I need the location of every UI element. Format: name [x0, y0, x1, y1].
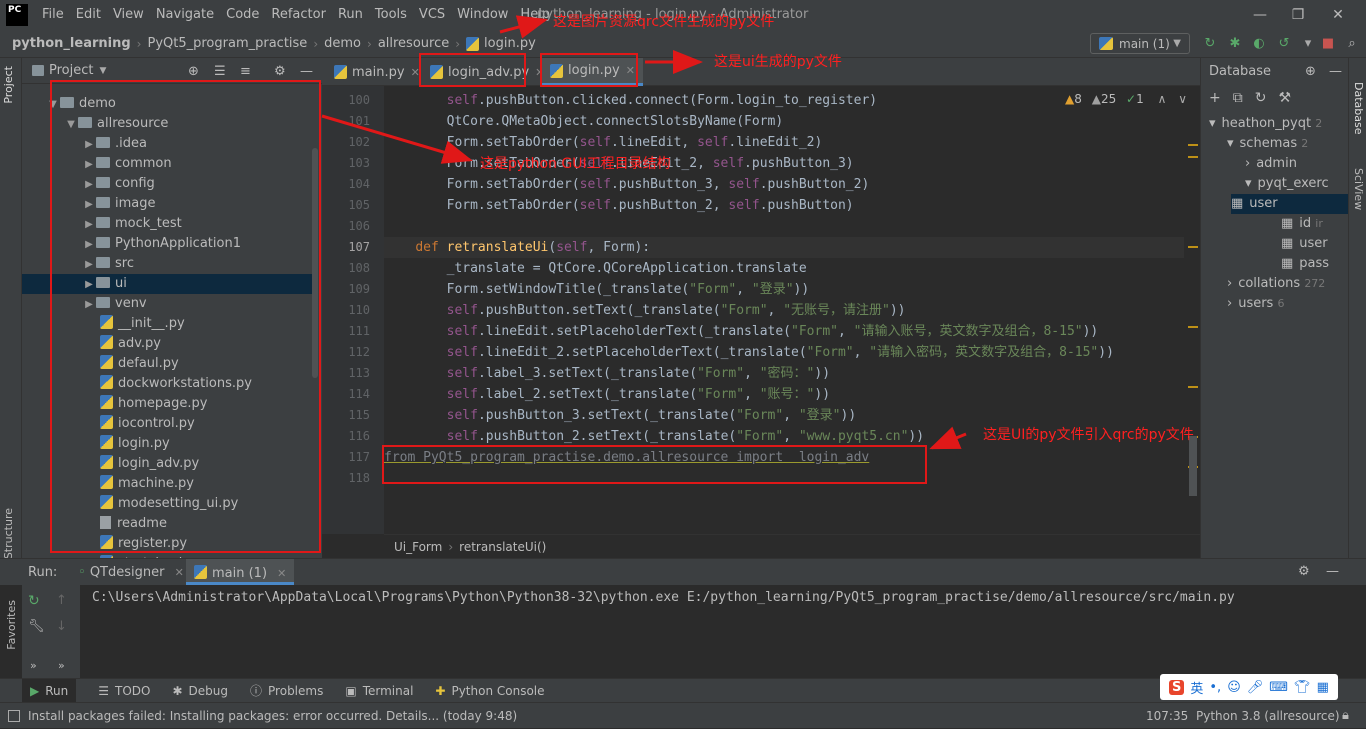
arrow-tree — [321, 114, 473, 164]
arrow-qrc — [499, 15, 548, 39]
arrow-import — [929, 426, 967, 450]
annotation-tree: 这是python GUI工程目录结构 — [480, 156, 671, 172]
annotation-ui: 这是ui生成的py文件 — [714, 54, 842, 70]
annotation-import: 这是UI的py文件引入qrc的py文件 — [983, 427, 1194, 443]
annotation-qrc: 这是图片资源qrc文件生成的py文件 — [553, 14, 775, 30]
annotation-arrows — [321, 15, 967, 450]
